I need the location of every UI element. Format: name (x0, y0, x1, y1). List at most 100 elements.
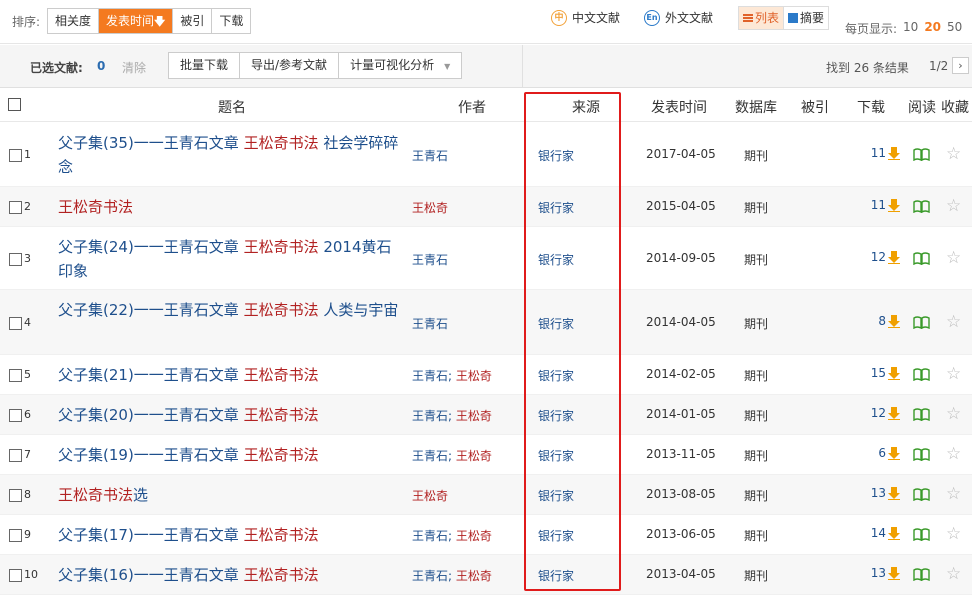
article-title-link[interactable]: 父子集(16)一一王青石文章 王松奇书法 (58, 563, 403, 587)
abstract-view-button[interactable]: 摘要 (784, 7, 828, 29)
book-open-icon[interactable] (913, 448, 930, 461)
book-open-icon[interactable] (913, 408, 930, 421)
arrow-down-icon: 🡇 (154, 15, 166, 28)
author-link[interactable]: 王松奇 (412, 199, 448, 216)
download-link[interactable]: 14 (871, 526, 900, 540)
source-link[interactable]: 银行家 (538, 407, 574, 424)
sort-date-button[interactable]: 发表时间🡇 (99, 9, 174, 33)
source-link[interactable]: 银行家 (538, 315, 574, 332)
title-highlight: 王松奇书法 (58, 486, 134, 504)
header-download[interactable]: 下载 (857, 97, 885, 117)
author-link[interactable]: 王青石 (412, 251, 448, 268)
row-checkbox[interactable] (9, 369, 22, 382)
sort-relevance-button[interactable]: 相关度 (48, 9, 100, 33)
book-open-icon[interactable] (913, 568, 930, 581)
download-link[interactable]: 11 (871, 146, 900, 160)
author-link[interactable]: 王松奇 (412, 487, 448, 504)
export-references-button[interactable]: 导出/参考文献 (240, 53, 340, 78)
row-checkbox[interactable] (9, 449, 22, 462)
row-checkbox[interactable] (9, 489, 22, 502)
visual-analysis-dropdown[interactable]: 计量可视化分析 ▼ (339, 53, 461, 78)
author-link[interactable]: 王青石; 王松奇 (412, 527, 492, 544)
per-page-20[interactable]: 20 (924, 20, 941, 37)
author-link[interactable]: 王青石; 王松奇 (412, 447, 492, 464)
row-checkbox[interactable] (9, 317, 22, 330)
book-open-icon[interactable] (913, 488, 930, 501)
star-icon[interactable]: ☆ (946, 526, 961, 543)
download-link[interactable]: 13 (871, 566, 900, 580)
batch-actions: 批量下载 导出/参考文献 计量可视化分析 ▼ (168, 52, 463, 79)
source-link[interactable]: 银行家 (538, 447, 574, 464)
sort-cited-button[interactable]: 被引 (173, 9, 213, 33)
star-icon[interactable]: ☆ (946, 406, 961, 423)
author-link[interactable]: 王青石 (412, 315, 448, 332)
foreign-literature-button[interactable]: En 外文文献 (644, 9, 713, 26)
author-link[interactable]: 王青石 (412, 147, 448, 164)
title-text: 父子集(21)一一王青石文章 (58, 366, 244, 384)
star-icon[interactable]: ☆ (946, 198, 961, 215)
article-title-link[interactable]: 父子集(19)一一王青石文章 王松奇书法 (58, 443, 403, 467)
row-checkbox[interactable] (9, 529, 22, 542)
book-open-icon[interactable] (913, 200, 930, 213)
author-link[interactable]: 王青石; 王松奇 (412, 407, 492, 424)
list-view-button[interactable]: 列表 (739, 7, 785, 29)
source-link[interactable]: 银行家 (538, 487, 574, 504)
row-checkbox[interactable] (9, 253, 22, 266)
article-title-link[interactable]: 王松奇书法选 (58, 483, 403, 507)
source-link[interactable]: 银行家 (538, 367, 574, 384)
header-author[interactable]: 作者 (458, 97, 486, 117)
next-page-button[interactable]: › (952, 57, 969, 74)
article-title-link[interactable]: 父子集(17)一一王青石文章 王松奇书法 (58, 523, 403, 547)
source-link[interactable]: 银行家 (538, 527, 574, 544)
article-title-link[interactable]: 父子集(20)一一王青石文章 王松奇书法 (58, 403, 403, 427)
article-title-link[interactable]: 父子集(21)一一王青石文章 王松奇书法 (58, 363, 403, 387)
author-link[interactable]: 王青石; 王松奇 (412, 567, 492, 584)
source-link[interactable]: 银行家 (538, 147, 574, 164)
star-icon[interactable]: ☆ (946, 250, 961, 267)
download-link[interactable]: 15 (871, 366, 900, 380)
download-link[interactable]: 12 (871, 406, 900, 420)
star-icon[interactable]: ☆ (946, 566, 961, 583)
header-source[interactable]: 来源 (572, 97, 600, 117)
download-link[interactable]: 8 (878, 314, 900, 328)
book-open-icon[interactable] (913, 148, 930, 161)
book-open-icon[interactable] (913, 316, 930, 329)
chinese-literature-button[interactable]: 中 中文文献 (551, 9, 620, 26)
article-title-link[interactable]: 父子集(24)一一王青石文章 王松奇书法 2014黄石印象 (58, 235, 403, 283)
star-icon[interactable]: ☆ (946, 314, 961, 331)
visual-analysis-label: 计量可视化分析 (350, 58, 435, 72)
article-title-link[interactable]: 父子集(35)一一王青石文章 王松奇书法 社会学碎碎念 (58, 131, 403, 179)
clear-selection-link[interactable]: 清除 (122, 59, 146, 76)
header-title[interactable]: 题名 (218, 97, 246, 117)
result-count: 找到 26 条结果 (826, 61, 909, 75)
author-link[interactable]: 王青石; 王松奇 (412, 367, 492, 384)
download-link[interactable]: 13 (871, 486, 900, 500)
header-date[interactable]: 发表时间 (651, 97, 707, 117)
row-checkbox[interactable] (9, 201, 22, 214)
book-open-icon[interactable] (913, 528, 930, 541)
download-link[interactable]: 12 (871, 250, 900, 264)
row-checkbox[interactable] (9, 149, 22, 162)
per-page-50[interactable]: 50 (947, 20, 962, 37)
row-checkbox[interactable] (9, 409, 22, 422)
star-icon[interactable]: ☆ (946, 366, 961, 383)
article-title-link[interactable]: 王松奇书法 (58, 195, 403, 219)
header-cited[interactable]: 被引 (801, 97, 829, 117)
download-link[interactable]: 6 (878, 446, 900, 460)
per-page-10[interactable]: 10 (903, 20, 918, 37)
star-icon[interactable]: ☆ (946, 146, 961, 163)
batch-download-button[interactable]: 批量下载 (169, 53, 241, 78)
star-icon[interactable]: ☆ (946, 446, 961, 463)
source-link[interactable]: 银行家 (538, 251, 574, 268)
book-open-icon[interactable] (913, 368, 930, 381)
article-title-link[interactable]: 父子集(22)一一王青石文章 王松奇书法 人类与宇宙 (58, 298, 403, 322)
book-open-icon[interactable] (913, 252, 930, 265)
star-icon[interactable]: ☆ (946, 486, 961, 503)
source-link[interactable]: 银行家 (538, 199, 574, 216)
row-checkbox[interactable] (9, 569, 22, 582)
download-link[interactable]: 11 (871, 198, 900, 212)
header-database[interactable]: 数据库 (735, 97, 777, 117)
select-all-checkbox[interactable] (8, 98, 21, 111)
source-link[interactable]: 银行家 (538, 567, 574, 584)
sort-download-button[interactable]: 下载 (212, 9, 251, 33)
